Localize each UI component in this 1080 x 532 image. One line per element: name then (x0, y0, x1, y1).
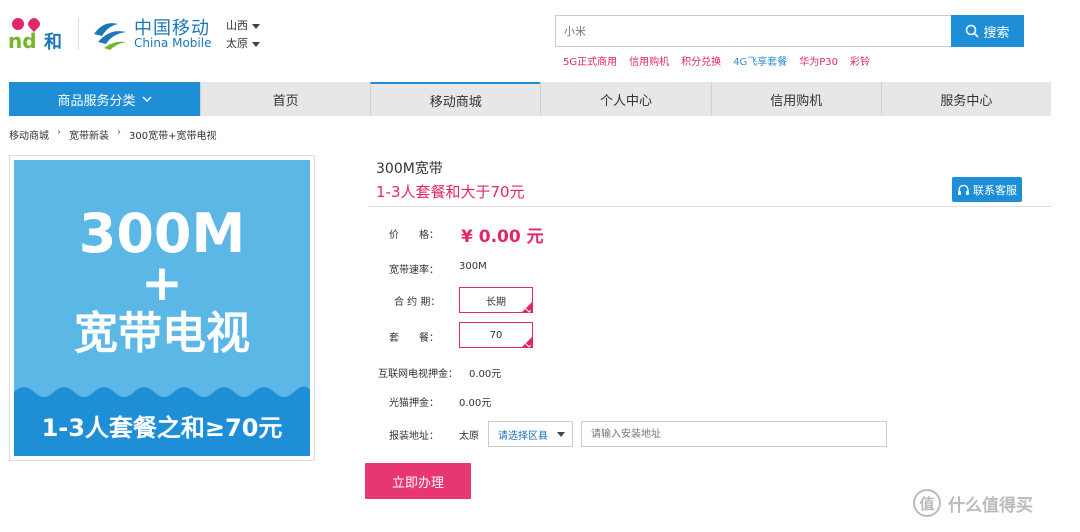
submit-button[interactable]: 立即办理 (365, 463, 471, 499)
image-line-package-sum: 1-3人套餐之和≥70元 (42, 414, 283, 442)
tv-deposit-label: 互联网电视押金： (378, 369, 458, 380)
svg-text:nd: nd (8, 29, 37, 53)
tv-deposit-value: 0.00元 (469, 369, 502, 380)
modem-deposit-value: 0.00元 (459, 398, 492, 409)
address-label: 报装地址： (389, 431, 439, 442)
breadcrumb-item[interactable]: 宽带新装 (69, 127, 109, 142)
contract-option-selected[interactable]: 长期 (459, 287, 533, 313)
district-select[interactable]: 请选择区县 (488, 421, 573, 447)
city-label: 太原 (226, 37, 248, 50)
search-button[interactable]: 搜索 (951, 15, 1024, 47)
svg-text:值: 值 (919, 495, 934, 513)
nav-item-service-center[interactable]: 服务中心 (880, 82, 1051, 116)
search-input[interactable] (556, 16, 951, 46)
contact-service-label: 联系客服 (973, 183, 1017, 197)
product-image[interactable]: 300M + 宽带电视 1-3人套餐之和≥70元 (14, 160, 310, 456)
hot-link-credit-phone[interactable]: 信用购机 (629, 53, 669, 68)
category-menu-button[interactable]: 商品服务分类 (9, 82, 200, 116)
nav-item-personal-center[interactable]: 个人中心 (540, 82, 710, 116)
search-button-label: 搜索 (983, 25, 1010, 41)
breadcrumb-item: 300宽带+宽带电视 (129, 131, 217, 142)
province-label: 山西 (226, 19, 248, 32)
contract-option-label: 长期 (486, 296, 506, 308)
header-divider (78, 18, 79, 50)
city-selector[interactable]: 太原 (226, 35, 260, 51)
chevron-down-icon (141, 96, 152, 102)
package-label: 套 餐： (389, 333, 439, 344)
search-icon (966, 24, 980, 38)
chevron-right-icon: › (117, 127, 121, 138)
search-field[interactable] (555, 15, 951, 47)
contact-service-button[interactable]: 联系客服 (952, 177, 1022, 202)
smzdm-logo-icon: 值 (913, 489, 941, 517)
product-title: 300M宽带 (376, 161, 443, 177)
district-select-label: 请选择区县 (498, 430, 548, 442)
main-nav: 商品服务分类 首页 移动商城 个人中心 信用购机 服务中心 (9, 82, 1051, 116)
speed-value: 300M (459, 261, 487, 272)
china-mobile-logo-icon[interactable] (90, 14, 130, 54)
price-value: ¥ 0.00 元 (461, 227, 544, 247)
address-city: 太原 (459, 431, 479, 442)
hot-link-ringtone[interactable]: 彩铃 (850, 53, 870, 68)
and-he-logo[interactable]: nd 和 (8, 14, 70, 54)
checkmark-icon (522, 302, 532, 312)
province-selector[interactable]: 山西 (226, 17, 260, 33)
hot-link-points[interactable]: 积分兑换 (681, 53, 721, 68)
product-subtitle: 1-3人套餐和大于70元 (376, 183, 525, 201)
contract-label: 合 约 期： (394, 297, 441, 308)
hot-link-5g[interactable]: 5G正式商用 (563, 53, 617, 68)
package-option-label: 70 (489, 329, 503, 341)
price-label: 价 格： (389, 230, 439, 241)
nav-item-mall[interactable]: 移动商城 (370, 82, 541, 116)
breadcrumb-item[interactable]: 移动商城 (9, 127, 49, 142)
chevron-down-icon (557, 431, 565, 437)
speed-label: 宽带速率： (389, 265, 439, 276)
headset-icon (958, 184, 969, 195)
watermark-text: 什么值得买 (948, 495, 1033, 516)
svg-text:和: 和 (44, 32, 62, 53)
nav-item-home[interactable]: 首页 (200, 82, 370, 116)
nav-item-credit-phone[interactable]: 信用购机 (710, 82, 881, 116)
category-menu-label: 商品服务分类 (57, 93, 136, 109)
address-input[interactable] (582, 422, 886, 446)
hot-link-4g-plan[interactable]: 4G飞享套餐 (733, 53, 787, 68)
package-option-selected[interactable]: 70 (459, 322, 533, 348)
chevron-right-icon: › (57, 127, 61, 138)
watermark: 值 什么值得买 (912, 488, 1033, 518)
modem-deposit-label: 光猫押金： (389, 398, 439, 409)
product-image-frame: 300M + 宽带电视 1-3人套餐之和≥70元 (9, 155, 315, 461)
details-divider (368, 206, 1052, 207)
breadcrumb: 移动商城 › 宽带新装 › 300宽带+宽带电视 (9, 127, 216, 142)
chevron-down-icon (252, 23, 260, 29)
chevron-down-icon (252, 41, 260, 47)
image-line-plus: + (141, 254, 183, 312)
image-line-broadband-tv: 宽带电视 (74, 308, 250, 359)
hot-links: 5G正式商用 信用购机 积分兑换 4G飞享套餐 华为P30 彩铃 (563, 53, 870, 68)
hot-link-huawei-p30[interactable]: 华为P30 (799, 53, 838, 68)
brand-name-en: China Mobile (134, 36, 212, 50)
address-field[interactable] (581, 421, 887, 447)
checkmark-icon (522, 337, 532, 347)
